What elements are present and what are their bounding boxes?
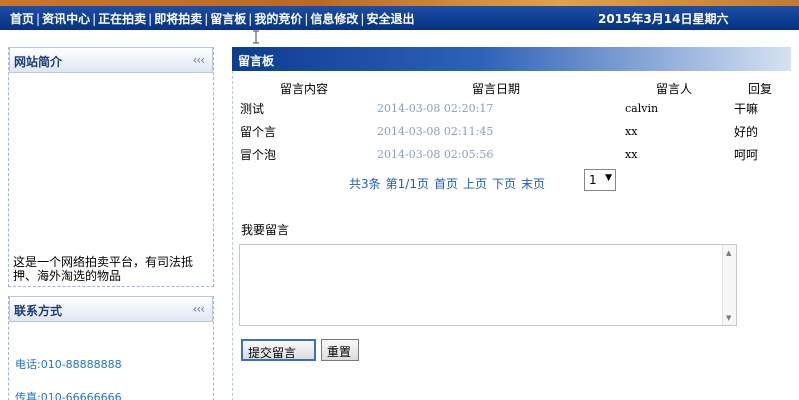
- collapse-chevron-icon[interactable]: ‹‹‹: [193, 53, 205, 67]
- message-form-label: 我要留言: [241, 223, 290, 237]
- message-content: 冒个泡: [240, 148, 277, 162]
- site-intro-title: 网站简介: [14, 55, 63, 69]
- site-intro-header: 网站简介 ‹‹‹: [9, 47, 213, 73]
- pagination: 共3条 第1/1页 首页 上页 下页 末页: [349, 175, 550, 192]
- nav-message-board[interactable]: 留言板: [210, 12, 246, 26]
- contact-panel: 联系方式 ‹‹‹ 电话:010-88888888 传真:010-66666666: [8, 296, 214, 400]
- nav-home[interactable]: 首页: [10, 12, 34, 26]
- message-date: 2014-03-08 02:20:17: [377, 102, 494, 115]
- column-header-content: 留言内容: [280, 82, 329, 96]
- text-cursor-icon: [253, 30, 259, 44]
- message-date: 2014-03-08 02:11:45: [377, 125, 494, 138]
- top-nav-bar: 首页 | 资讯中心 | 正在拍卖 | 即将拍卖 | 留言板 | 我的竞价 | 信息修改 | 安全退出 201…: [0, 6, 799, 30]
- message-user: calvin: [625, 102, 659, 115]
- reset-button[interactable]: 重置: [321, 339, 359, 361]
- contact-fax: 传真:010-66666666: [15, 391, 122, 400]
- message-user: xx: [625, 148, 638, 161]
- message-reply: 干嘛: [734, 102, 759, 116]
- current-date: 2015年3月14日星期六: [598, 12, 729, 26]
- message-reply: 呵呵: [734, 148, 759, 162]
- contact-phone: 电话:010-88888888: [15, 358, 122, 371]
- nav-news[interactable]: 资讯中心: [42, 12, 90, 26]
- chevron-down-icon: ▼: [605, 173, 612, 183]
- message-date: 2014-03-08 02:05:56: [377, 148, 494, 161]
- page-select-value: 1: [589, 173, 597, 187]
- nav-auction-live[interactable]: 正在拍卖: [98, 12, 146, 26]
- contact-header: 联系方式 ‹‹‹: [9, 296, 213, 322]
- nav-separator: |: [304, 12, 309, 26]
- pager-page-info: 第1/1页: [385, 177, 429, 191]
- message-board-header: 留言板: [232, 47, 791, 71]
- submit-message-button[interactable]: 提交留言: [241, 339, 316, 361]
- message-reply: 好的: [734, 125, 759, 139]
- message-board-title: 留言板: [238, 54, 275, 68]
- message-content: 测试: [240, 102, 265, 116]
- column-header-date: 留言日期: [472, 82, 521, 96]
- scroll-down-icon[interactable]: ▼: [726, 314, 731, 322]
- nav-edit-info[interactable]: 信息修改: [310, 12, 358, 26]
- nav-logout[interactable]: 安全退出: [366, 12, 414, 26]
- site-intro-panel: 网站简介 ‹‹‹ 这是一个网络拍卖平台，有司法抵押、海外淘选的物品: [8, 47, 214, 287]
- column-header-user: 留言人: [656, 82, 693, 96]
- nav-separator: |: [148, 12, 153, 26]
- scroll-up-icon[interactable]: ▲: [726, 249, 731, 257]
- nav-auction-upcoming[interactable]: 即将拍卖: [154, 12, 202, 26]
- pager-last-link[interactable]: 末页: [521, 177, 545, 191]
- nav-separator: |: [360, 12, 365, 26]
- page-select[interactable]: 1 ▼: [584, 169, 616, 191]
- pager-first-link[interactable]: 首页: [434, 177, 458, 191]
- message-textarea[interactable]: [239, 244, 737, 326]
- textarea-scrollbar[interactable]: ▲ ▼: [722, 245, 736, 325]
- nav-separator: |: [36, 12, 41, 26]
- pager-total: 共3条: [349, 177, 381, 191]
- nav-separator: |: [92, 12, 97, 26]
- nav-separator: |: [248, 12, 253, 26]
- pager-prev-link[interactable]: 上页: [463, 177, 487, 191]
- nav-separator: |: [204, 12, 209, 26]
- collapse-chevron-icon[interactable]: ‹‹‹: [193, 302, 205, 316]
- contact-title: 联系方式: [14, 304, 63, 318]
- nav-links: 首页 | 资讯中心 | 正在拍卖 | 即将拍卖 | 留言板 | 我的竞价 | 信息修改 | 安全退出: [10, 10, 414, 27]
- message-user: xx: [625, 125, 638, 138]
- site-intro-text: 这是一个网络拍卖平台，有司法抵押、海外淘选的物品: [13, 255, 194, 281]
- message-content: 留个言: [240, 125, 277, 139]
- nav-my-bids[interactable]: 我的竞价: [254, 12, 302, 26]
- column-header-reply: 回复: [748, 82, 773, 96]
- pager-next-link[interactable]: 下页: [492, 177, 516, 191]
